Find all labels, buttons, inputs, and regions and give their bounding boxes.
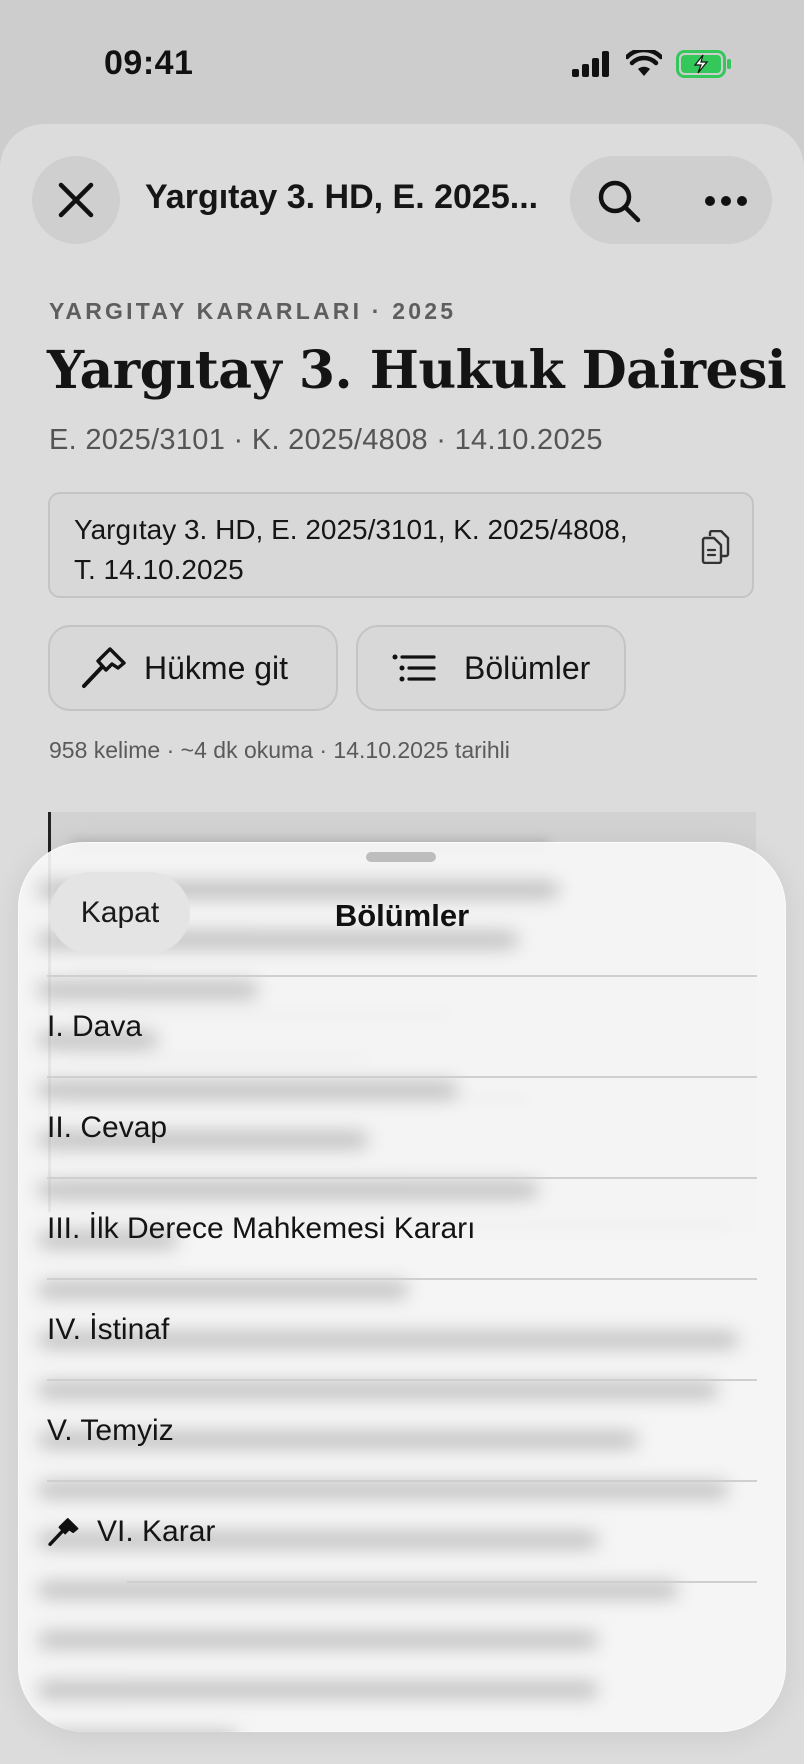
section-item[interactable]: III. İlk Derece Mahkemesi Kararı: [47, 1177, 757, 1278]
goto-ruling-button[interactable]: Hükme git: [48, 625, 338, 711]
section-item[interactable]: II. Cevap: [47, 1076, 757, 1177]
search-button[interactable]: [596, 178, 642, 229]
document-category: YARGITAY KARARLARI · 2025: [49, 298, 457, 324]
more-button[interactable]: [704, 194, 748, 212]
sections-sheet: Kapat Bölümler I. Dava II. Cevap III. İl…: [18, 842, 786, 1732]
sections-button[interactable]: Bölümler: [356, 625, 626, 711]
sections-label: Bölümler: [464, 649, 591, 686]
citation-text: Yargıtay 3. HD, E. 2025/3101, K. 2025/48…: [74, 514, 628, 585]
status-bar: 09:41: [0, 0, 804, 120]
copy-icon: [701, 529, 730, 565]
status-time: 09:41: [104, 44, 194, 82]
list-divider: [127, 1581, 757, 1583]
nav-actions: [570, 156, 772, 244]
close-icon: [58, 182, 94, 218]
section-item[interactable]: V. Temyiz: [47, 1379, 757, 1480]
goto-ruling-label: Hükme git: [144, 649, 289, 686]
sheet-title: Bölümler: [334, 898, 470, 933]
copy-button[interactable]: [700, 529, 730, 569]
more-icon: [705, 196, 747, 206]
cellular-signal-icon: [572, 51, 609, 77]
battery-charging-icon: [676, 50, 731, 78]
gavel-icon: [47, 1517, 97, 1547]
section-item-current[interactable]: VI. Karar: [47, 1480, 757, 1581]
list-icon: [392, 654, 436, 682]
section-item[interactable]: IV. İstinaf: [47, 1278, 757, 1379]
document-meta: E. 2025/3101 · K. 2025/4808 · 14.10.2025: [49, 424, 603, 456]
nav-title: Yargıtay 3. HD, E. 2025...: [145, 178, 539, 216]
reading-stats: 958 kelime · ~4 dk okuma · 14.10.2025 ta…: [49, 737, 510, 763]
citation-box[interactable]: Yargıtay 3. HD, E. 2025/3101, K. 2025/48…: [48, 492, 754, 598]
wifi-icon: [626, 50, 662, 76]
sheet-grabber[interactable]: [366, 852, 436, 862]
gavel-icon: [80, 646, 126, 690]
close-button[interactable]: [32, 156, 120, 244]
section-item[interactable]: I. Dava: [47, 975, 757, 1076]
search-icon: [598, 180, 641, 223]
page-title: Yargıtay 3. Hukuk Dairesi: [47, 340, 787, 401]
status-icons: [572, 50, 732, 78]
sections-list: I. Dava II. Cevap III. İlk Derece Mahkem…: [47, 975, 757, 1583]
